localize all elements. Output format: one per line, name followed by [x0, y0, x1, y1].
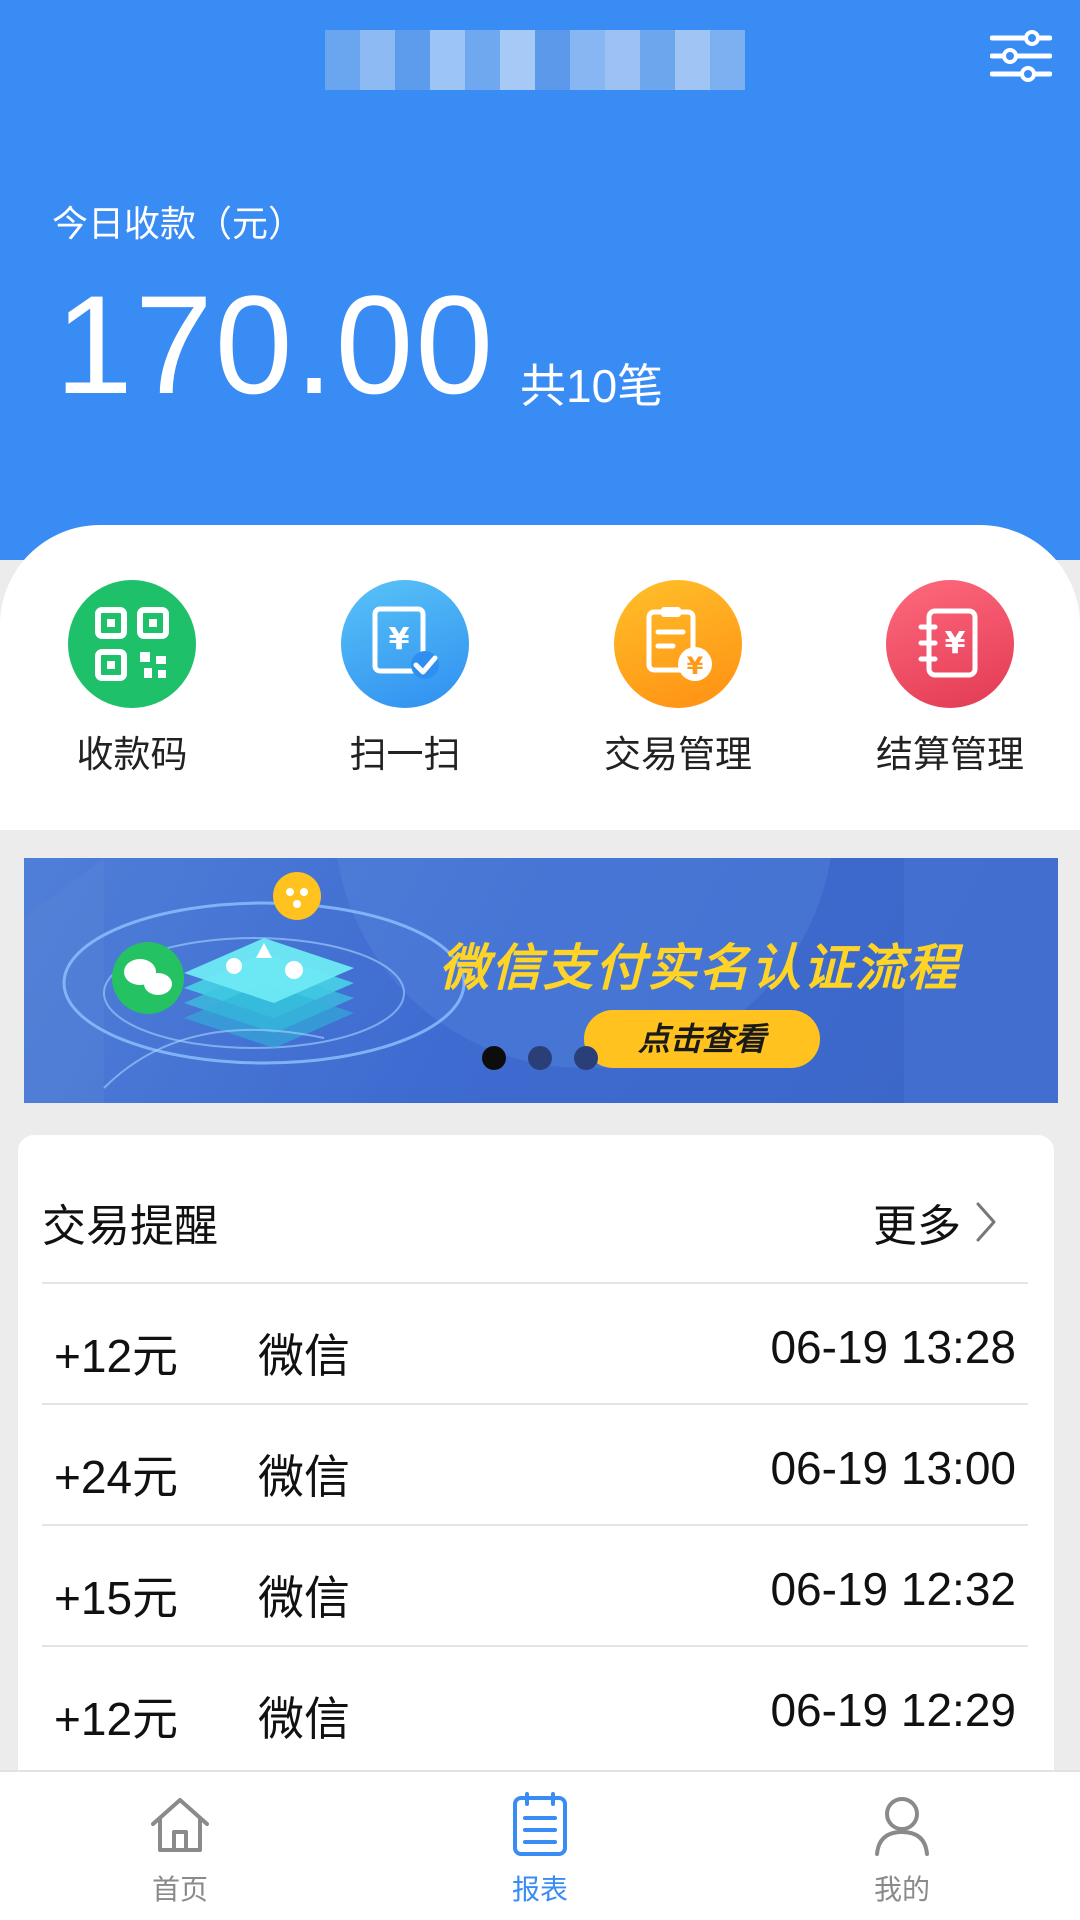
store-name-blurred — [325, 30, 745, 90]
banner-pagination — [482, 1046, 598, 1070]
tab-mine[interactable]: 我的 — [812, 1792, 992, 1908]
tab-label: 我的 — [873, 1873, 930, 1906]
today-income-amount: 170.00 — [55, 266, 496, 423]
transaction-time: 06-19 12:32 — [770, 1563, 1016, 1615]
chevron-right-icon — [976, 1202, 996, 1242]
clipboard-yen-icon: ¥ — [614, 580, 742, 708]
settings-sliders-icon[interactable] — [989, 28, 1060, 88]
svg-text:¥: ¥ — [687, 652, 704, 680]
more-link[interactable]: 更多 — [873, 1190, 997, 1254]
banner-title: 微信支付实名认证流程 — [439, 939, 959, 997]
notebook-yen-icon: ¥ — [886, 580, 1014, 708]
transaction-channel: 微信 — [258, 1329, 350, 1383]
quick-action-payment-code[interactable]: 收款码 — [32, 580, 232, 778]
transaction-time: 06-19 12:29 — [770, 1684, 1016, 1736]
banner-dot[interactable] — [574, 1046, 598, 1070]
user-icon — [875, 1797, 929, 1856]
transaction-channel: 微信 — [258, 1571, 350, 1625]
transaction-amount: +24元 — [54, 1451, 179, 1503]
qr-code-icon — [68, 580, 196, 708]
scan-receipt-icon: ¥ — [341, 580, 469, 708]
quick-action-label: 收款码 — [76, 733, 188, 776]
quick-action-scan[interactable]: ¥ 扫一扫 — [305, 580, 505, 778]
transaction-amount: +15元 — [54, 1572, 179, 1624]
tab-home[interactable]: 首页 — [90, 1792, 270, 1908]
transaction-amount: +12元 — [54, 1693, 179, 1745]
svg-text:¥: ¥ — [945, 626, 966, 661]
today-income-label: 今日收款（元） — [52, 204, 305, 245]
quick-action-settlement[interactable]: ¥ 结算管理 — [850, 580, 1050, 778]
report-icon — [513, 1792, 567, 1856]
transaction-reminder-card: 交易提醒 更多 +12元 微信 06-19 13:28 +24元 微信 06-1… — [18, 1135, 1054, 1775]
bottom-tab-bar: 首页 报表 我的 — [0, 1770, 1080, 1920]
transaction-row[interactable]: +24元 微信 06-19 13:00 — [42, 1403, 1028, 1524]
transaction-reminder-title: 交易提醒 — [42, 1201, 218, 1252]
quick-action-transactions[interactable]: ¥ 交易管理 — [578, 580, 778, 778]
quick-action-label: 交易管理 — [604, 733, 752, 776]
tab-label: 报表 — [511, 1873, 568, 1906]
transaction-row[interactable]: +12元 微信 06-19 13:28 — [42, 1282, 1028, 1403]
transaction-row[interactable]: +12元 微信 06-19 12:29 — [42, 1645, 1028, 1766]
promo-banner[interactable]: 微信支付实名认证流程 点击查看 — [24, 858, 1058, 1103]
quick-action-label: 扫一扫 — [349, 733, 461, 776]
banner-dot[interactable] — [482, 1046, 506, 1070]
transaction-time: 06-19 13:00 — [770, 1442, 1016, 1494]
transaction-list: +12元 微信 06-19 13:28 +24元 微信 06-19 13:00 … — [42, 1282, 1028, 1766]
transaction-channel: 微信 — [258, 1692, 350, 1746]
banner-dot[interactable] — [528, 1046, 552, 1070]
tab-report[interactable]: 报表 — [450, 1792, 630, 1908]
home-icon — [151, 1798, 209, 1852]
transaction-time: 06-19 13:28 — [770, 1321, 1016, 1373]
more-label: 更多 — [873, 1201, 961, 1252]
quick-action-label: 结算管理 — [876, 733, 1024, 776]
tab-label: 首页 — [151, 1873, 208, 1906]
quick-actions-card: 收款码 ¥ 扫一扫 ¥ 交易管理 ¥ 结算管理 — [0, 525, 1080, 830]
today-transaction-count: 共10笔 — [520, 360, 664, 412]
banner-view-button[interactable]: 点击查看 — [584, 1010, 820, 1068]
svg-text:¥: ¥ — [389, 622, 410, 657]
transaction-amount: +12元 — [54, 1330, 179, 1382]
transaction-channel: 微信 — [258, 1450, 350, 1504]
header: 今日收款（元） 170.00 共10笔 — [0, 0, 1080, 560]
transaction-row[interactable]: +15元 微信 06-19 12:32 — [42, 1524, 1028, 1645]
